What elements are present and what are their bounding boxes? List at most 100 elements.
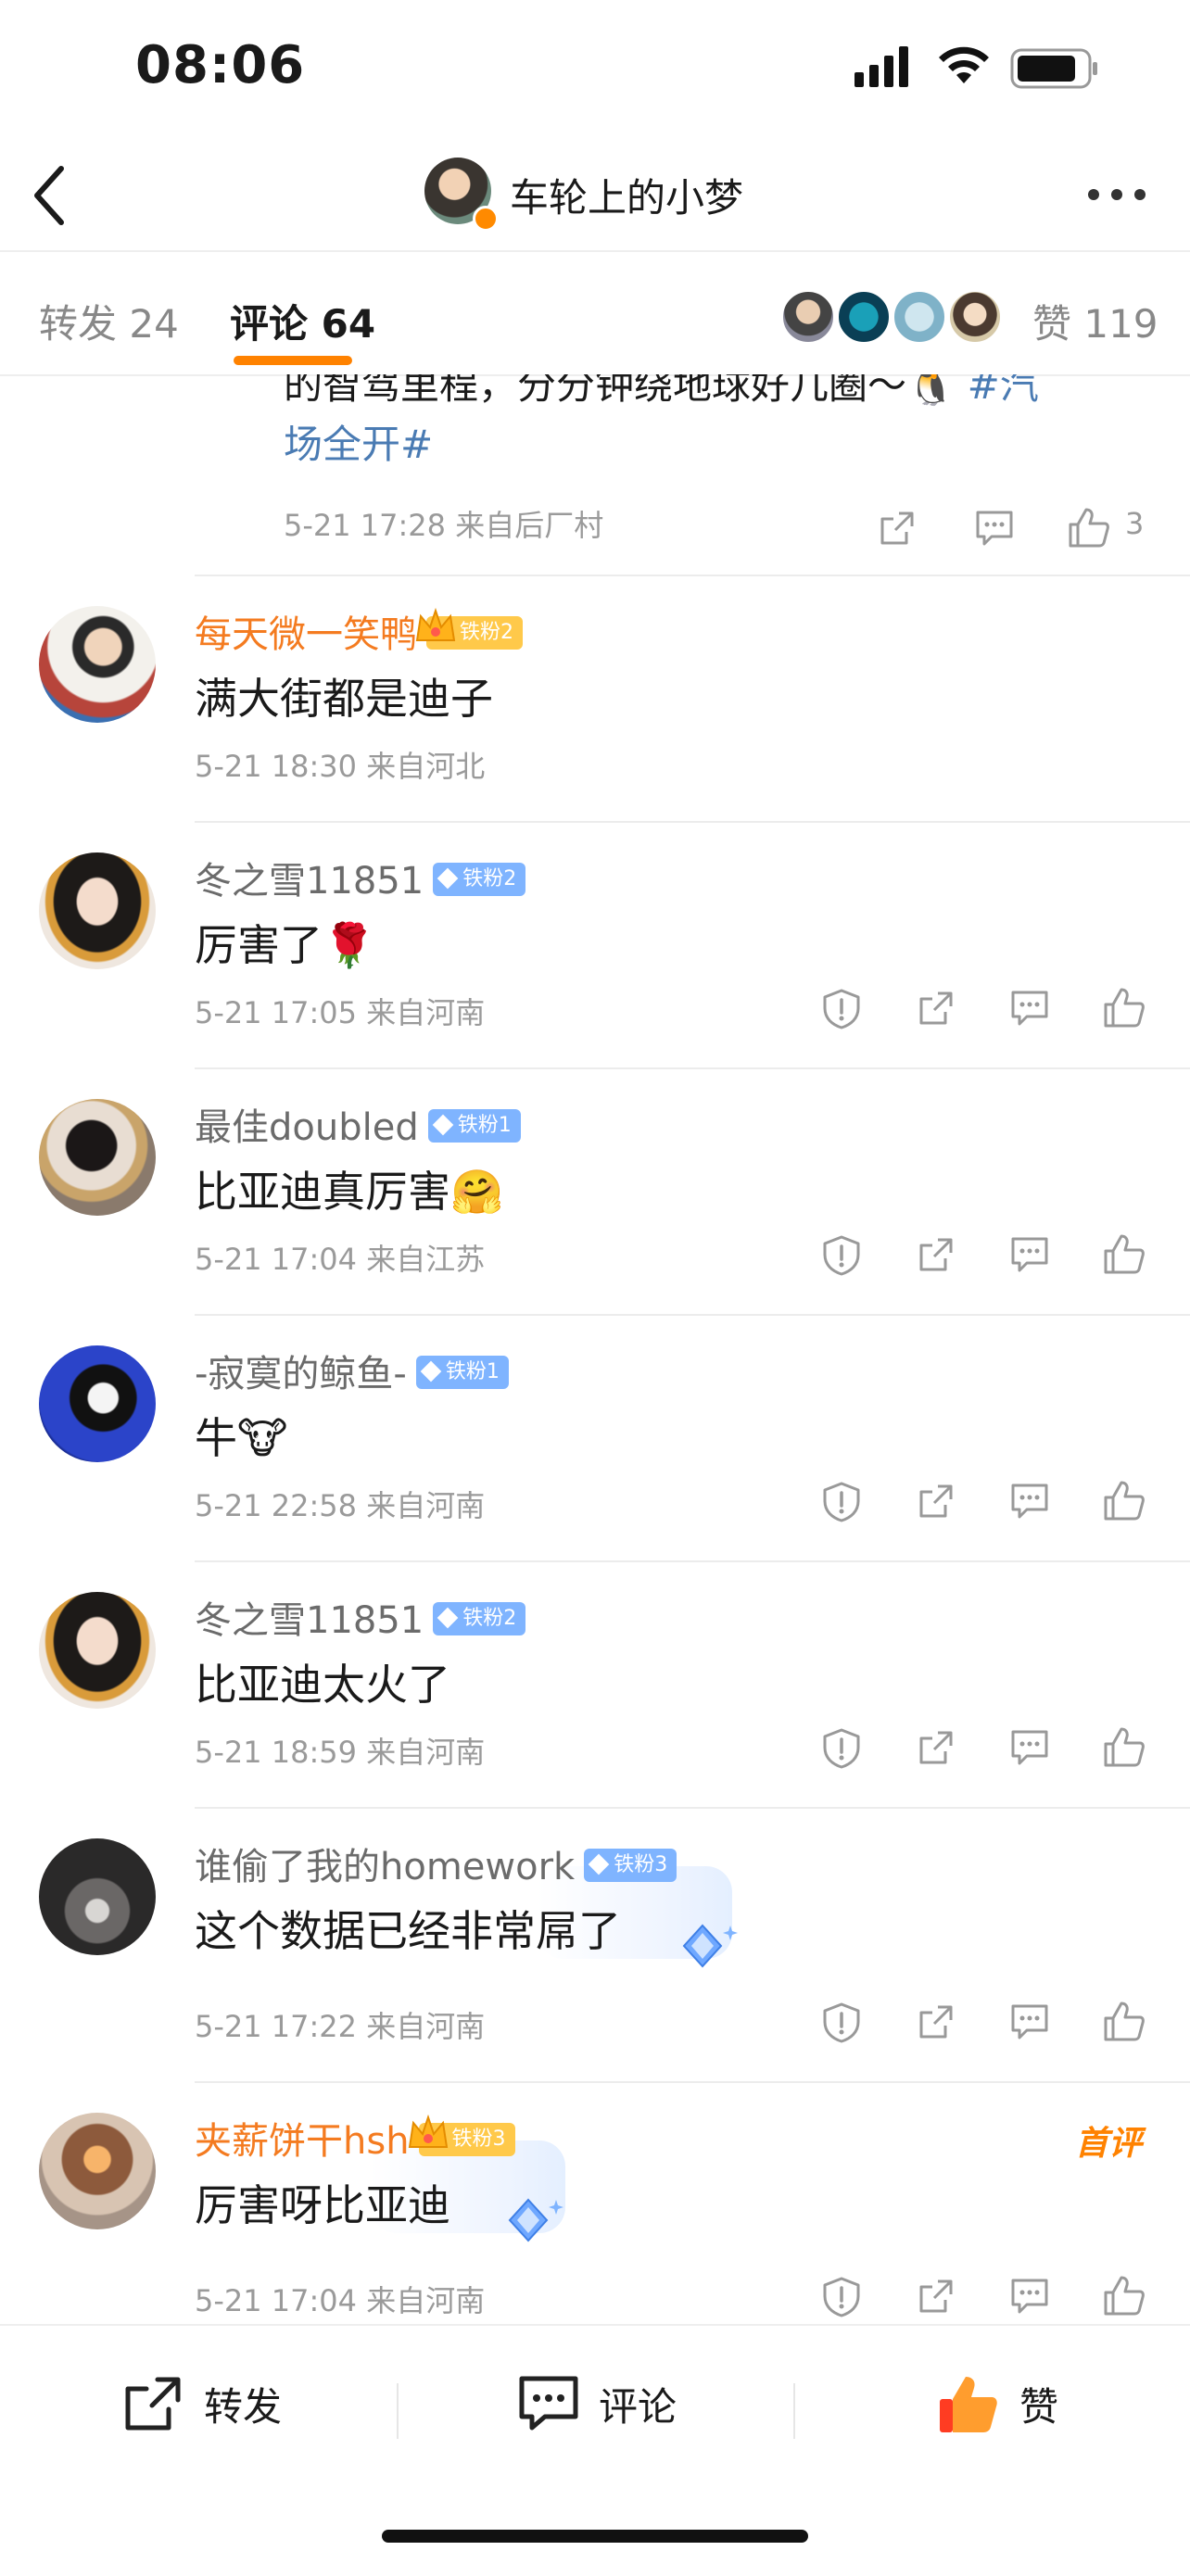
- repost-button[interactable]: 转发: [120, 2367, 282, 2441]
- username[interactable]: 冬之雪11851 铁粉2: [195, 1590, 526, 1644]
- author-name[interactable]: 车轮上的小梦: [510, 167, 743, 223]
- like-label: 赞: [1019, 2383, 1059, 2430]
- hashtag-link[interactable]: 场全开#: [284, 422, 433, 467]
- comment-button[interactable]: 评论: [517, 2367, 677, 2441]
- report-icon[interactable]: [821, 1481, 862, 1523]
- username[interactable]: 每天微一笑鸭 铁粉2: [195, 604, 523, 658]
- avatar[interactable]: [39, 2113, 156, 2229]
- username-text: 谁偷了我的homework: [195, 1846, 576, 1888]
- avatar[interactable]: [39, 606, 156, 723]
- liker-avatar[interactable]: [892, 289, 947, 345]
- comment-meta: 5-21 17:04 来自江苏: [195, 1242, 486, 1277]
- first-comment-badge: 首评: [1075, 2125, 1143, 2163]
- divider: [397, 2383, 399, 2439]
- tab-comment[interactable]: 评论 64: [230, 293, 375, 349]
- comment-actions: [816, 2268, 1158, 2324]
- comment-icon[interactable]: [1010, 2003, 1049, 2040]
- like-icon[interactable]: [1103, 2000, 1146, 2042]
- liker-avatar[interactable]: [780, 289, 836, 345]
- comment-feed[interactable]: 的智驾里程，分分钟绕地球好几圈～🐧 #汽 场全开# 5-21 17:28 来自后…: [0, 374, 1190, 2324]
- username-text: 冬之雪11851: [195, 1599, 424, 1642]
- share-icon[interactable]: [918, 1729, 955, 1766]
- comment-actions: 3: [879, 499, 1157, 550]
- back-icon[interactable]: [28, 163, 74, 228]
- report-icon[interactable]: [821, 1234, 862, 1277]
- comment-actions: [816, 1720, 1158, 1775]
- comment-actions: [816, 980, 1158, 1036]
- username[interactable]: 夹薪饼干hsh 铁粉3: [195, 2111, 515, 2165]
- comment-icon[interactable]: [1010, 2278, 1049, 2315]
- liker-avatar[interactable]: [947, 289, 1003, 345]
- comment-icon[interactable]: [1010, 1729, 1049, 1766]
- like-icon[interactable]: [1103, 986, 1146, 1029]
- share-icon[interactable]: [918, 1483, 955, 1520]
- badge-text: 铁粉3: [614, 1853, 668, 1876]
- badge-text: 铁粉2: [460, 621, 513, 644]
- username-text: -寂寞的鲸鱼-: [195, 1353, 407, 1395]
- username-text: 冬之雪11851: [195, 860, 424, 903]
- like-icon[interactable]: [1103, 2274, 1146, 2317]
- comment-text: 厉害呀比亚迪: [195, 2180, 450, 2230]
- badge-text: 铁粉3: [451, 2128, 506, 2151]
- username-text: 夹薪饼干hsh: [195, 2120, 410, 2163]
- partial-comment-line: 的智驾里程，分分钟绕地球好几圈～🐧: [284, 374, 968, 408]
- avatar[interactable]: [39, 1099, 156, 1216]
- share-icon[interactable]: [918, 2003, 955, 2040]
- report-icon[interactable]: [821, 1727, 862, 1770]
- home-indicator[interactable]: [382, 2530, 808, 2543]
- hashtag-link[interactable]: #汽: [968, 374, 1039, 408]
- avatar[interactable]: [39, 1345, 156, 1462]
- tab-active-indicator: [234, 356, 352, 365]
- avatar[interactable]: [39, 852, 156, 969]
- fan-badge: 铁粉2: [433, 1602, 526, 1635]
- like-icon[interactable]: [1103, 1725, 1146, 1768]
- share-icon[interactable]: [918, 990, 955, 1027]
- share-icon[interactable]: [918, 1236, 955, 1273]
- comment-icon[interactable]: [1010, 1483, 1049, 1520]
- more-icon[interactable]: [1086, 187, 1147, 202]
- like-icon: [940, 2377, 997, 2432]
- comment-meta: 5-21 17:28 来自后厂村: [284, 508, 604, 543]
- comment-text: 比亚迪真厉害🤗: [195, 1167, 504, 1217]
- report-icon[interactable]: [821, 2276, 862, 2318]
- fan-badge: 铁粉2: [415, 607, 523, 650]
- report-icon[interactable]: [821, 2001, 862, 2044]
- comment-icon[interactable]: [975, 510, 1014, 547]
- comment-text: 满大街都是迪子: [195, 674, 493, 724]
- username[interactable]: -寂寞的鲸鱼- 铁粉1: [195, 1344, 509, 1397]
- divider: [793, 2383, 795, 2439]
- diamond-icon: [588, 1853, 610, 1875]
- partial-comment-text: 的智驾里程，分分钟绕地球好几圈～🐧 #汽 场全开#: [284, 374, 1155, 474]
- liker-avatar[interactable]: [836, 289, 892, 345]
- like-button[interactable]: 赞: [936, 2367, 1058, 2441]
- username[interactable]: 冬之雪11851 铁粉2: [195, 851, 526, 904]
- report-icon[interactable]: [821, 988, 862, 1030]
- comment-icon[interactable]: [1010, 990, 1049, 1027]
- share-icon: [125, 2377, 181, 2431]
- avatar[interactable]: [39, 1838, 156, 1955]
- comment-icon: [519, 2376, 578, 2431]
- fan-badge: 铁粉2: [433, 863, 526, 896]
- comment-meta: 5-21 17:22 来自河南: [195, 2009, 486, 2044]
- wifi-icon: [939, 46, 989, 83]
- sparkle-diamond-icon: [508, 2198, 563, 2242]
- status-bar: 08:06: [0, 0, 1190, 139]
- comment-item: -寂寞的鲸鱼- 铁粉1 牛🐮 5-21 22:58 来自河南: [0, 1316, 1190, 1560]
- bottom-action-bar: 转发 评论 赞: [0, 2324, 1190, 2576]
- avatar[interactable]: [39, 1592, 156, 1709]
- username[interactable]: 最佳doubled 铁粉1: [195, 1097, 521, 1151]
- username[interactable]: 谁偷了我的homework 铁粉3: [195, 1837, 677, 1890]
- likes-count[interactable]: 赞 119: [1032, 293, 1158, 349]
- share-icon[interactable]: [879, 510, 916, 547]
- comment-icon[interactable]: [1010, 1236, 1049, 1273]
- like-icon[interactable]: [1103, 1479, 1146, 1522]
- like-icon[interactable]: [1068, 506, 1110, 549]
- share-icon[interactable]: [918, 2278, 955, 2315]
- fan-badge: 铁粉1: [427, 1109, 521, 1143]
- like-icon[interactable]: [1103, 1232, 1146, 1275]
- username-text: 每天微一笑鸭: [195, 613, 417, 656]
- comment-item: 冬之雪11851 铁粉2 厉害了🌹 5-21 17:05 来自河南: [0, 823, 1190, 1067]
- tab-repost[interactable]: 转发 24: [39, 293, 179, 349]
- username-text: 最佳doubled: [195, 1106, 419, 1149]
- tabs-bar: 转发 24 评论 64 赞 119: [0, 250, 1190, 376]
